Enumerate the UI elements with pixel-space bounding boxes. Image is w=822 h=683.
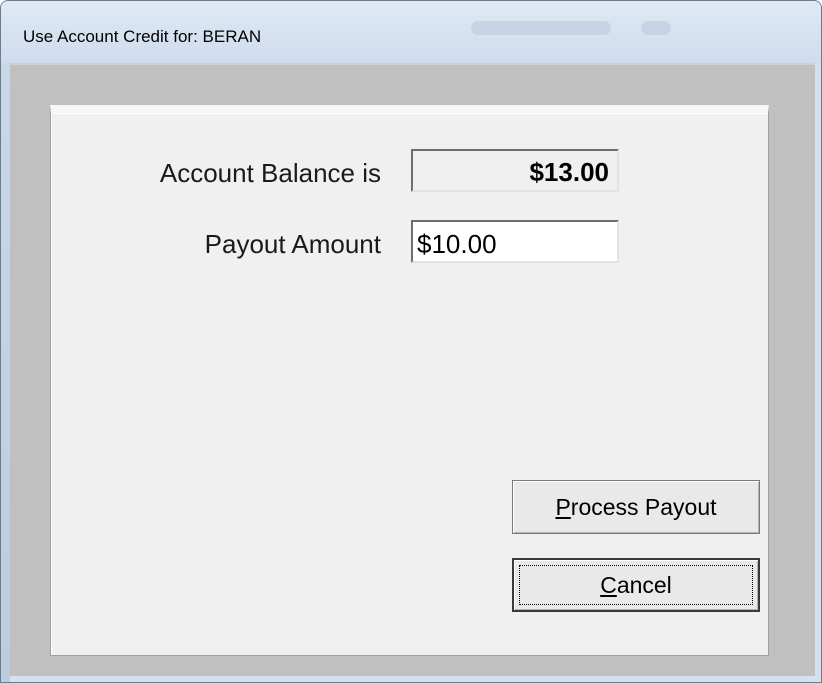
title-bar[interactable]: Use Account Credit for: BERAN [1,1,821,63]
window-frame-left [1,63,10,682]
payout-amount-label: Payout Amount [204,229,381,259]
cancel-label: ancel [616,572,672,598]
client-area: Account Balance is $13.00 Payout Amount … [10,63,815,676]
payout-amount-input[interactable] [411,220,619,263]
blurred-background-text [471,21,611,35]
account-balance-value: $13.00 [411,149,619,192]
cancel-button[interactable]: Cancel [512,558,760,612]
blurred-background-text [641,21,671,35]
form-panel: Account Balance is $13.00 Payout Amount … [50,105,769,656]
dialog-window: Use Account Credit for: BERAN Account Ba… [0,0,822,683]
process-mnemonic: P [555,494,571,520]
account-balance-label: Account Balance is [159,158,381,188]
cancel-mnemonic: C [600,572,617,598]
window-title: Use Account Credit for: BERAN [23,27,262,46]
process-label: rocess Payout [570,494,717,520]
process-payout-button[interactable]: Process Payout [512,480,760,534]
